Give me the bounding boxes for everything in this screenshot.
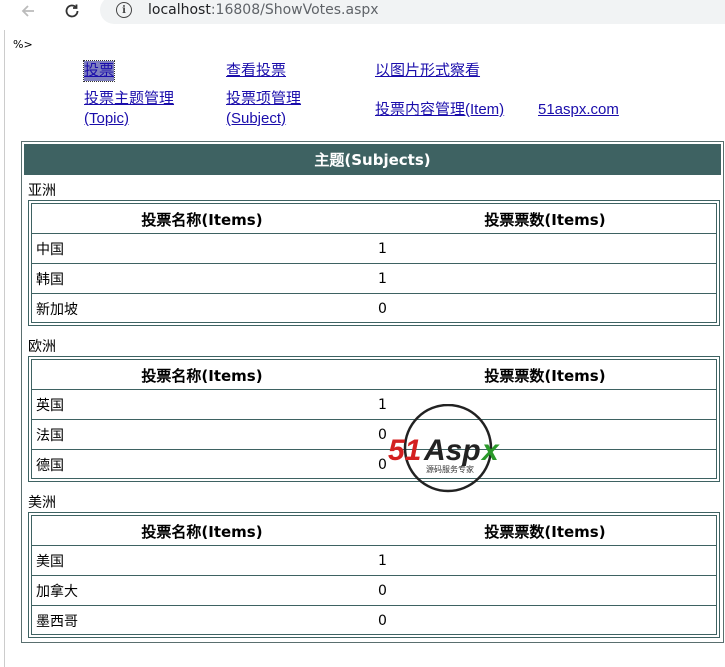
url-host: localhost [148, 2, 211, 18]
link-item-management[interactable]: 投票内容管理(Item) [375, 100, 504, 120]
item-name: 德国 [36, 458, 64, 474]
vote-group-table: 投票名称(Items) 投票票数(Items) 美国 1 加拿大 0 墨西哥 0 [28, 512, 720, 638]
col-header-name: 投票名称(Items) [141, 522, 263, 541]
reload-icon[interactable] [58, 0, 86, 22]
link-vote[interactable]: 投票 [82, 60, 116, 82]
back-arrow-icon[interactable] [14, 0, 42, 22]
table-row: 加拿大 0 [32, 576, 716, 606]
item-votes: 1 [378, 271, 387, 287]
table-row: 韩国 1 [32, 264, 716, 294]
subjects-table: 主题(Subjects) 亚洲 投票名称(Items) 投票票数(Items) … [21, 141, 724, 643]
table-header-row: 投票名称(Items) 投票票数(Items) [32, 360, 716, 390]
address-bar[interactable]: i localhost:16808/ShowVotes.aspx [100, 0, 725, 24]
item-votes: 0 [378, 583, 387, 599]
item-votes: 0 [378, 613, 387, 629]
table-row: 中国 1 [32, 234, 716, 264]
table-row: 英国 1 [32, 390, 716, 420]
table-row: 美国 1 [32, 546, 716, 576]
item-votes: 1 [378, 553, 387, 569]
item-name: 韩国 [36, 272, 64, 288]
item-name: 新加坡 [36, 302, 78, 318]
vote-group-table: 投票名称(Items) 投票票数(Items) 中国 1 韩国 1 新加坡 0 [28, 200, 720, 326]
region-label: 欧洲 [28, 338, 56, 354]
link-topic-line2: (Topic) [84, 110, 130, 127]
item-name: 墨西哥 [36, 614, 78, 630]
link-view-votes[interactable]: 查看投票 [226, 61, 286, 81]
item-name: 中国 [36, 242, 64, 258]
item-votes: 0 [378, 427, 387, 443]
link-topic-line1: 投票主题管理 [84, 90, 175, 107]
col-header-votes: 投票票数(Items) [484, 522, 606, 541]
item-votes: 1 [378, 397, 387, 413]
link-view-as-image[interactable]: 以图片形式察看 [375, 61, 480, 81]
stray-text: %> [13, 38, 33, 51]
col-header-votes: 投票票数(Items) [484, 366, 606, 385]
item-votes: 0 [378, 457, 387, 473]
link-51aspx[interactable]: 51aspx.com [538, 100, 619, 120]
col-header-name: 投票名称(Items) [141, 210, 263, 229]
browser-toolbar: i localhost:16808/ShowVotes.aspx [0, 0, 725, 30]
item-name: 法国 [36, 428, 64, 444]
table-row: 法国 0 [32, 420, 716, 450]
subjects-header: 主题(Subjects) [24, 144, 721, 175]
page-content: %> 投票 查看投票 以图片形式察看 投票主题管理 (Topic) 投票项管理 … [4, 30, 725, 667]
item-name: 加拿大 [36, 584, 78, 600]
region-label: 美洲 [28, 494, 56, 510]
col-header-name: 投票名称(Items) [141, 366, 263, 385]
link-subject-management[interactable]: 投票项管理 (Subject) [226, 89, 301, 129]
item-name: 美国 [36, 554, 64, 570]
vote-group-table: 投票名称(Items) 投票票数(Items) 英国 1 法国 0 德国 0 [28, 356, 720, 482]
item-name: 英国 [36, 398, 64, 414]
link-topic-management[interactable]: 投票主题管理 (Topic) [84, 89, 174, 129]
link-subject-line2: (Subject) [226, 110, 287, 127]
table-header-row: 投票名称(Items) 投票票数(Items) [32, 516, 716, 546]
table-header-row: 投票名称(Items) 投票票数(Items) [32, 204, 716, 234]
link-subject-line1: 投票项管理 [226, 90, 302, 107]
region-label: 亚洲 [28, 182, 56, 198]
table-row: 德国 0 [32, 450, 716, 480]
item-votes: 0 [378, 301, 387, 317]
item-votes: 1 [378, 241, 387, 257]
site-info-icon[interactable]: i [116, 2, 132, 18]
table-row: 新加坡 0 [32, 294, 716, 324]
url-path: :16808/ShowVotes.aspx [210, 2, 379, 18]
col-header-votes: 投票票数(Items) [484, 210, 606, 229]
table-row: 墨西哥 0 [32, 606, 716, 636]
